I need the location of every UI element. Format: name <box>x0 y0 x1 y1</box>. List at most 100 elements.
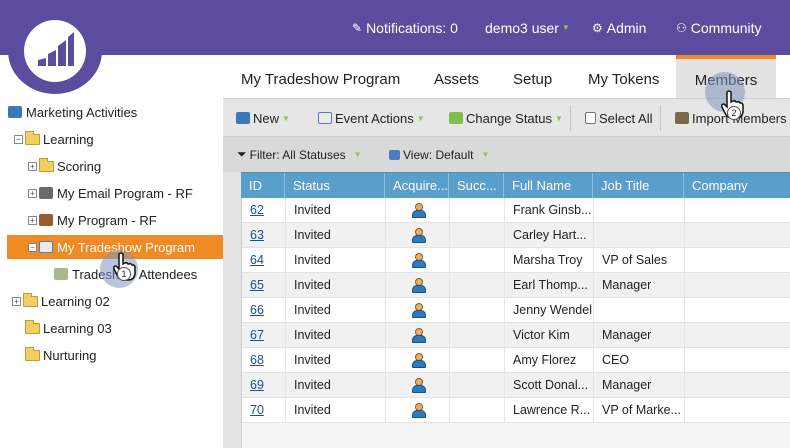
column-header-id[interactable]: ID <box>241 173 285 199</box>
status-filter[interactable]: ⏷ Filter: All Statuses ▼ <box>237 137 362 172</box>
job-title-cell <box>594 298 685 323</box>
chevron-down-icon: ▼ <box>416 113 425 123</box>
company-cell <box>685 398 790 423</box>
tree-item-learning-03[interactable]: Learning 03 <box>25 316 112 340</box>
chevron-down-icon: ▼ <box>481 150 490 159</box>
status-cell: Invited <box>286 398 386 423</box>
member-id-link[interactable]: 67 <box>242 323 286 348</box>
change-status-label: Change Status <box>466 110 553 126</box>
full-name-cell: Amy Florez <box>505 348 594 373</box>
tree-root[interactable]: Marketing Activities <box>8 100 137 124</box>
smart-list-icon <box>54 268 68 280</box>
member-id-link[interactable]: 64 <box>242 248 286 273</box>
logo[interactable] <box>8 8 102 94</box>
new-button[interactable]: New ▼ <box>236 99 290 137</box>
tree-item-nurturing[interactable]: Nurturing <box>25 343 96 367</box>
community-icon: ⚇ <box>676 20 687 35</box>
column-header-status[interactable]: Status <box>285 173 385 199</box>
full-name-cell: Frank Ginsb... <box>505 198 594 223</box>
column-header-acquired[interactable]: Acquire... <box>385 173 449 199</box>
company-cell <box>685 323 790 348</box>
collapse-icon[interactable]: − <box>28 242 37 252</box>
grid-gutter <box>223 172 241 448</box>
job-title-cell: Manager <box>594 373 685 398</box>
logo-badge <box>24 20 86 82</box>
tab-setup[interactable]: Setup <box>513 55 552 98</box>
status-cell: Invited <box>286 223 386 248</box>
table-row[interactable]: 65 Invited Earl Thomp... Manager <box>242 273 790 298</box>
member-id-link[interactable]: 63 <box>242 223 286 248</box>
job-title-cell <box>594 198 685 223</box>
tab-my-tradeshow-program[interactable]: My Tradeshow Program <box>241 55 400 98</box>
expand-icon[interactable]: + <box>28 161 37 171</box>
job-title-cell <box>594 223 685 248</box>
acquired-cell <box>386 248 450 273</box>
acquired-cell <box>386 298 450 323</box>
success-cell <box>450 398 505 423</box>
member-id-link[interactable]: 65 <box>242 273 286 298</box>
filter-bar: ⏷ Filter: All Statuses ▼ View: Default ▼ <box>223 137 790 172</box>
member-id-link[interactable]: 66 <box>242 298 286 323</box>
collapse-icon[interactable]: − <box>14 134 23 144</box>
select-all-button[interactable]: Select All <box>585 99 652 137</box>
company-cell <box>685 298 790 323</box>
community-link[interactable]: ⚇ Community <box>676 0 762 55</box>
acquired-cell <box>386 373 450 398</box>
acquired-cell <box>386 223 450 248</box>
folder-icon <box>25 130 40 145</box>
toolbar-divider <box>660 105 661 131</box>
tree-item-email-program[interactable]: + My Email Program - RF <box>28 181 193 205</box>
member-id-link[interactable]: 70 <box>242 398 286 423</box>
column-header-job-title[interactable]: Job Title <box>593 173 684 199</box>
gear-icon: ⚙ <box>592 20 603 35</box>
select-all-label: Select All <box>599 110 653 126</box>
expand-icon[interactable]: + <box>28 188 37 198</box>
column-header-success[interactable]: Succ... <box>449 173 504 199</box>
admin-link[interactable]: ⚙ Admin <box>592 0 646 55</box>
status-cell: Invited <box>286 323 386 348</box>
success-cell <box>450 273 505 298</box>
person-icon <box>412 328 426 343</box>
column-header-full-name[interactable]: Full Name <box>504 173 593 199</box>
table-row[interactable]: 67 Invited Victor Kim Manager <box>242 323 790 348</box>
status-cell: Invited <box>286 198 386 223</box>
table-row[interactable]: 70 Invited Lawrence R... VP of Marke... <box>242 398 790 423</box>
member-id-link[interactable]: 68 <box>242 348 286 373</box>
event-actions-button[interactable]: Event Actions ▼ <box>318 99 425 137</box>
company-cell <box>685 273 790 298</box>
status-filter-label: Filter: All Statuses <box>249 147 346 162</box>
acquired-cell <box>386 323 450 348</box>
acquired-cell <box>386 273 450 298</box>
tree-item-scoring[interactable]: + Scoring <box>28 154 101 178</box>
column-header-company[interactable]: Company <box>684 173 790 199</box>
view-selector[interactable]: View: Default ▼ <box>389 137 489 172</box>
full-name-cell: Lawrence R... <box>505 398 594 423</box>
import-members-icon <box>675 112 689 124</box>
table-row[interactable]: 64 Invited Marsha Troy VP of Sales <box>242 248 790 273</box>
expand-icon[interactable]: + <box>28 215 37 225</box>
tree-item-program[interactable]: + My Program - RF <box>28 208 157 232</box>
status-cell: Invited <box>286 248 386 273</box>
job-title-cell: Manager <box>594 323 685 348</box>
member-id-link[interactable]: 69 <box>242 373 286 398</box>
table-row[interactable]: 69 Invited Scott Donal... Manager <box>242 373 790 398</box>
table-row[interactable]: 62 Invited Frank Ginsb... <box>242 198 790 223</box>
table-row[interactable]: 63 Invited Carley Hart... <box>242 223 790 248</box>
tree-item-learning-02[interactable]: + Learning 02 <box>12 289 110 313</box>
user-menu[interactable]: demo3 user ▼ <box>485 0 570 55</box>
notifications-link[interactable]: ✎ Notifications: 0 <box>352 0 458 55</box>
tree-item-label: Learning <box>43 131 94 147</box>
tree-item-learning[interactable]: − Learning <box>14 127 94 151</box>
folder-icon <box>25 319 40 334</box>
company-cell <box>685 373 790 398</box>
expand-icon[interactable]: + <box>12 296 21 306</box>
table-row[interactable]: 68 Invited Amy Florez CEO <box>242 348 790 373</box>
tab-my-tokens[interactable]: My Tokens <box>588 55 659 98</box>
marketing-activities-icon <box>8 106 22 118</box>
change-status-button[interactable]: Change Status ▼ <box>449 99 563 137</box>
table-row[interactable]: 66 Invited Jenny Wendel <box>242 298 790 323</box>
full-name-cell: Scott Donal... <box>505 373 594 398</box>
step-badge-2: 2 <box>727 106 741 120</box>
member-id-link[interactable]: 62 <box>242 198 286 223</box>
tab-assets[interactable]: Assets <box>434 55 479 98</box>
